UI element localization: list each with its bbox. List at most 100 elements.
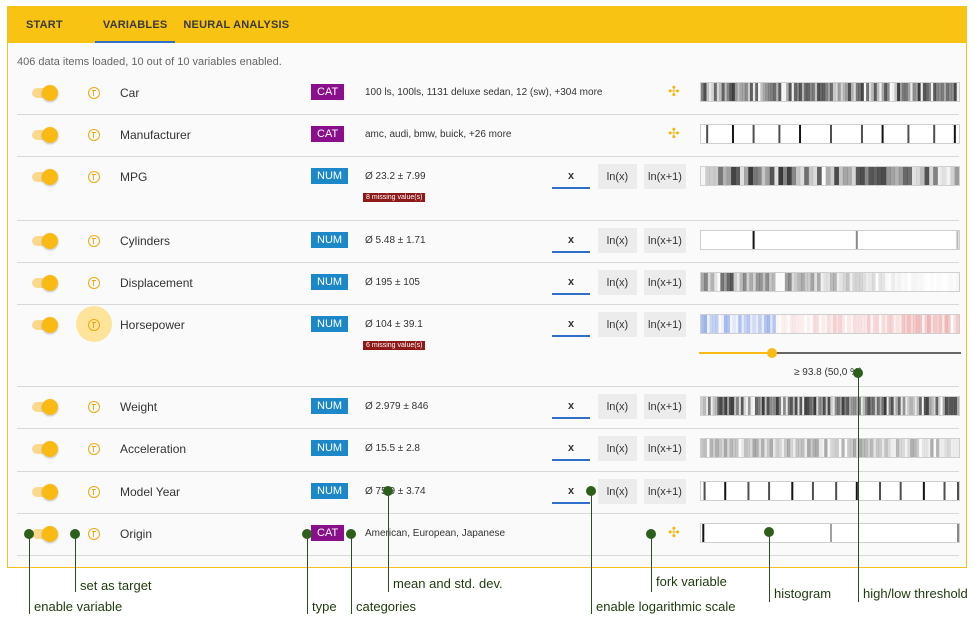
enable-toggle[interactable] [30,85,60,101]
scale-log-button[interactable]: ln(x) [598,164,637,189]
scale-log-button[interactable]: ln(x) [598,394,637,419]
histogram-bin [930,397,934,415]
histogram-bin [757,397,760,415]
type-badge: NUM [311,483,349,499]
histogram-bin [881,439,885,457]
tab-neural-analysis[interactable]: NEURAL ANALYSIS [175,7,297,43]
histogram-bin [910,273,915,291]
histogram-bin [759,397,763,415]
target-icon[interactable] [88,319,100,331]
target-icon[interactable] [88,486,100,498]
scale-log1p-button[interactable]: ln(x+1) [644,436,686,461]
scale-linear-button[interactable]: x [552,228,590,253]
histogram-bin [902,83,906,101]
fork-icon[interactable]: ✣ [668,125,680,142]
scale-linear-button[interactable]: x [552,270,590,295]
histogram-bin [749,273,753,291]
histogram-bin [738,439,741,457]
variable-name: Car [120,86,140,100]
histogram-bin [852,315,857,333]
histogram-bin [795,439,799,457]
histogram-bin [768,273,773,291]
scale-log-button[interactable]: ln(x) [598,312,637,337]
tab-start[interactable]: START [18,7,71,43]
scale-linear-button[interactable]: x [552,479,590,504]
histogram-bin [837,397,840,415]
histogram-bin [936,439,940,457]
histogram-bin [878,273,882,291]
histogram-bin [806,397,810,415]
slider-thumb[interactable] [767,348,777,358]
target-icon[interactable] [88,87,100,99]
enable-toggle[interactable] [30,169,60,185]
histogram-bin [884,315,888,333]
scale-log1p-button[interactable]: ln(x+1) [644,270,686,295]
histogram-bin [868,83,872,101]
histogram-bin [748,167,753,185]
histogram-bin [775,273,779,291]
histogram-bin [719,397,723,415]
fork-icon[interactable]: ✣ [668,524,680,541]
histogram-bin [758,439,762,457]
target-icon[interactable] [88,528,100,540]
target-icon[interactable] [88,129,100,141]
enable-toggle[interactable] [30,484,60,500]
histogram-bin [715,397,718,415]
histogram-bin [821,315,825,333]
histogram-bin [791,167,796,185]
histogram-bin [846,397,850,415]
enable-toggle[interactable] [30,317,60,333]
scale-log-button[interactable]: ln(x) [598,436,637,461]
histogram-bin [804,397,807,415]
enable-toggle[interactable] [30,526,60,542]
scale-log-button[interactable]: ln(x) [598,228,637,253]
histogram-bin [789,439,794,457]
scale-log1p-button[interactable]: ln(x+1) [644,394,686,419]
scale-log-button[interactable]: ln(x) [598,270,637,295]
histogram-bin [726,83,730,101]
type-badge: NUM [311,440,349,456]
enable-toggle[interactable] [30,399,60,415]
fork-icon[interactable]: ✣ [668,83,680,100]
histogram-bar [922,482,925,500]
scale-linear-button[interactable]: x [552,312,590,337]
scale-linear-button[interactable]: x [552,436,590,461]
histogram-bin [706,315,710,333]
scale-log1p-button[interactable]: ln(x+1) [644,228,686,253]
scale-log1p-button[interactable]: ln(x+1) [644,479,686,504]
histogram-bin [889,83,892,101]
enable-toggle[interactable] [30,441,60,457]
target-icon[interactable] [88,171,100,183]
target-icon[interactable] [88,443,100,455]
threshold-slider[interactable] [699,347,961,359]
histogram-bin [949,397,953,415]
histogram-bin [905,397,908,415]
histogram-bin [850,83,854,101]
histogram-bin [924,439,928,457]
target-icon[interactable] [88,401,100,413]
histogram-bin [830,83,833,101]
scale-linear-button[interactable]: x [552,164,590,189]
target-icon[interactable] [88,277,100,289]
enable-toggle[interactable] [30,127,60,143]
histogram-bin [898,167,904,185]
histogram-bin [715,315,719,333]
histogram-bin [785,397,789,415]
histogram-bin [827,397,831,415]
enable-toggle[interactable] [30,233,60,249]
scale-log1p-button[interactable]: ln(x+1) [644,164,686,189]
scale-log1p-button[interactable]: ln(x+1) [644,312,686,337]
enable-toggle[interactable] [30,275,60,291]
histogram-bin [793,83,797,101]
histogram-bin [895,315,900,333]
histogram-bin [922,83,926,101]
scale-log-button[interactable]: ln(x) [598,479,637,504]
histogram-bin [823,273,828,291]
target-icon[interactable] [88,235,100,247]
tab-variables[interactable]: VARIABLES [94,7,176,43]
histogram-bin [791,83,795,101]
histogram-bin [705,167,710,185]
scale-linear-button[interactable]: x [552,394,590,419]
histogram-bin [921,439,925,457]
histogram-bin [762,83,766,101]
